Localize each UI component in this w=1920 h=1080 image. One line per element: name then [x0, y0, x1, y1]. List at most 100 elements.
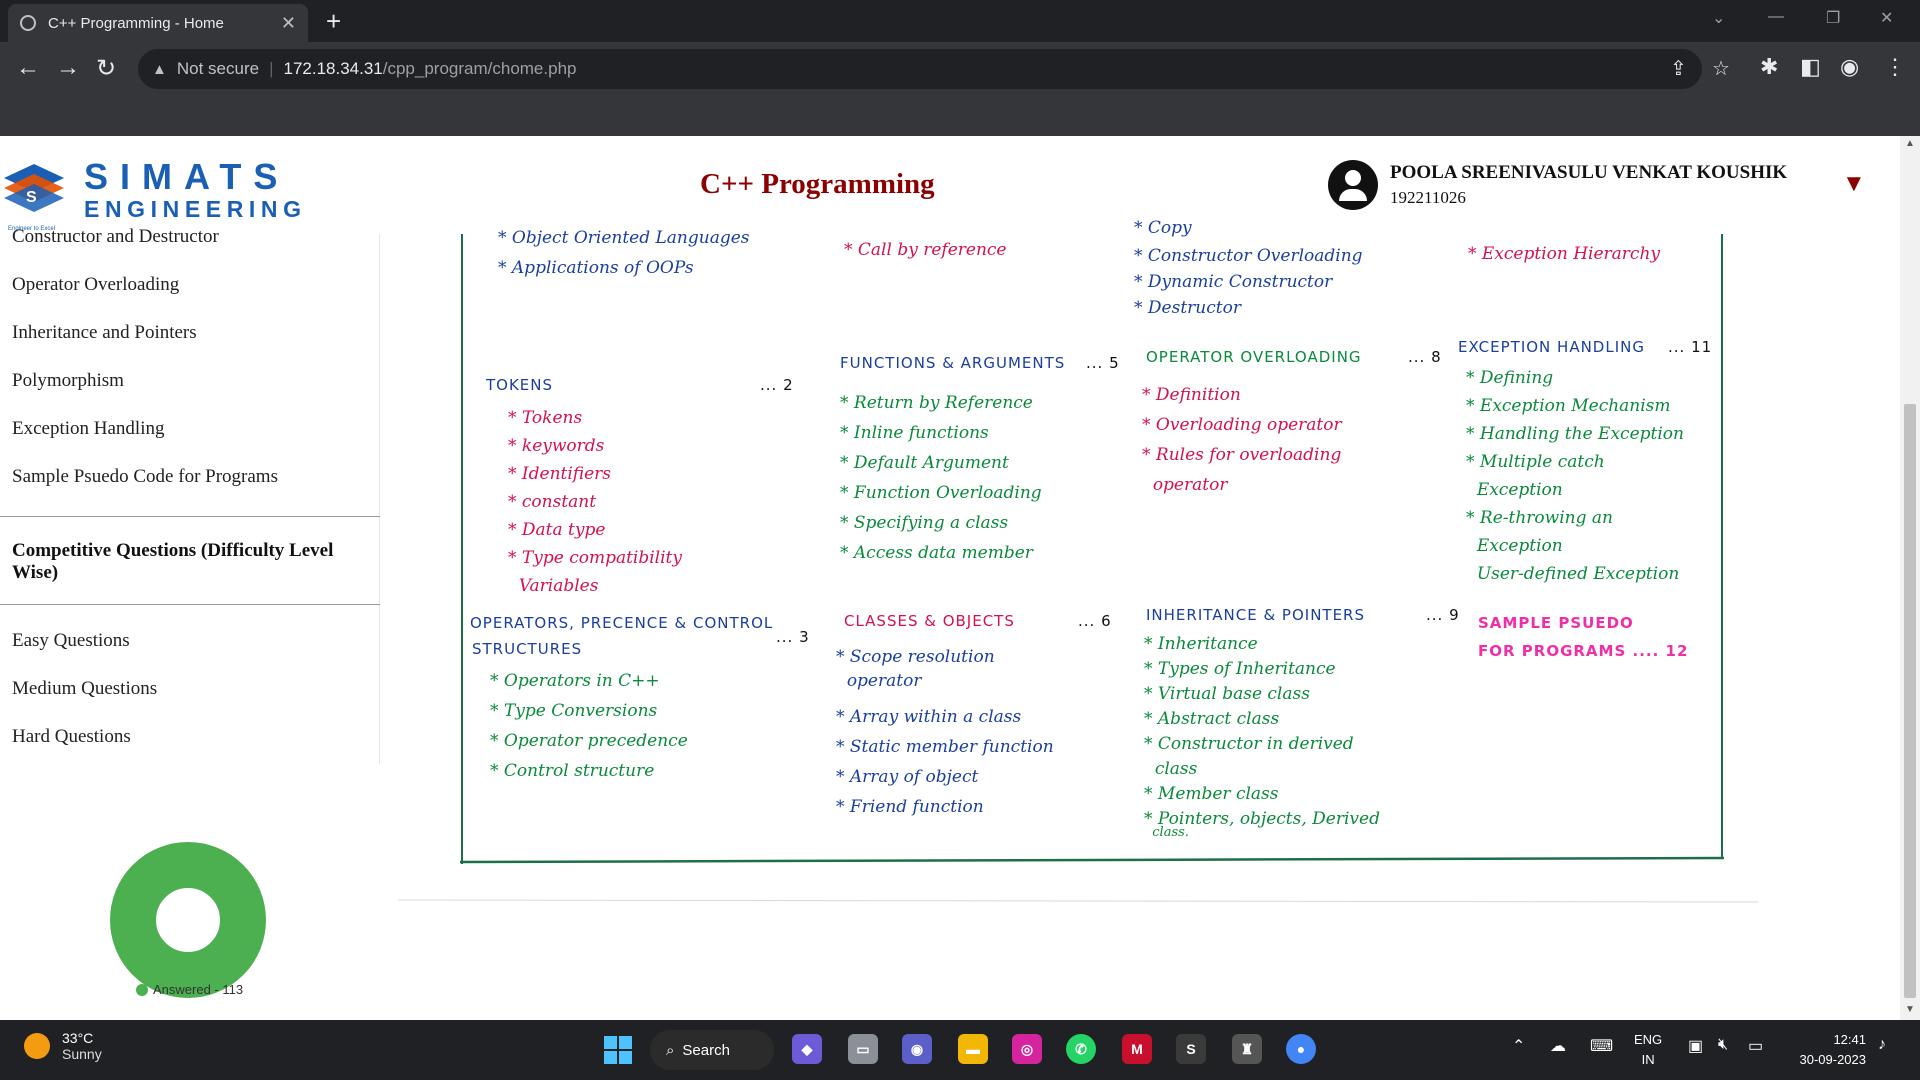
maximize-button[interactable]: ❐ [1826, 8, 1840, 28]
board-text: User-defined Exception [1476, 564, 1680, 584]
mcafee-icon[interactable]: M [1122, 1034, 1152, 1064]
file-explorer-icon[interactable]: ▬ [958, 1034, 988, 1064]
windows-start-icon[interactable] [604, 1036, 632, 1064]
chart-legend[interactable]: Answered - 113 [136, 982, 243, 997]
search-icon: ⌕ [666, 1041, 675, 1059]
exception-handling-list: * Defining * Exception Mechanism * Handl… [1466, 364, 1684, 588]
sidebar-item-exception-handling[interactable]: Exception Handling [12, 418, 165, 440]
sidebar-item-easy[interactable]: Easy Questions [12, 630, 130, 652]
user-name: POOLA SREENIVASULU VENKAT KOUSHIK [1390, 162, 1788, 183]
browser-menu-icon[interactable]: ⋮ [1884, 54, 1906, 80]
answered-slice[interactable] [110, 842, 266, 998]
functions-title: FUNCTIONS & ARGUMENTS [840, 354, 1066, 372]
legend-label: Answered - 113 [153, 982, 244, 997]
board-text: * Specifying a class [840, 513, 1009, 533]
board-text: * Inheritance [1144, 634, 1258, 654]
board-text: * Tokens [508, 408, 583, 428]
language-code: ENG [1634, 1032, 1663, 1047]
taskbar-search[interactable]: ⌕ Search [650, 1030, 774, 1070]
reload-icon[interactable]: ↻ [96, 54, 116, 83]
back-arrow-icon[interactable]: ← [16, 54, 40, 82]
close-window-button[interactable]: ✕ [1880, 8, 1893, 28]
board-text: * Constructor in derived [1144, 734, 1354, 754]
profile-avatar[interactable]: ◉ [1840, 54, 1859, 80]
onedrive-cloud-icon[interactable]: ☁ [1550, 1036, 1566, 1056]
weather-widget[interactable]: 33°C Sunny [24, 1030, 102, 1062]
sidebar-item-inheritance[interactable]: Inheritance and Pointers [12, 322, 197, 344]
board-text: * Array of object [836, 767, 979, 787]
minimize-button[interactable]: — [1768, 8, 1784, 26]
board-text: * Inline functions [840, 423, 989, 443]
user-dropdown-icon[interactable]: ▼ [1842, 170, 1866, 198]
globe-icon [20, 15, 36, 31]
forward-arrow-icon[interactable]: → [56, 54, 80, 82]
browser-tab-strip: C++ Programming - Home ✕ + ⌄ — ❐ ✕ [0, 0, 1920, 42]
tray-chevron-icon[interactable]: ⌃ [1512, 1036, 1525, 1056]
copilot-app-icon[interactable]: ◆ [792, 1034, 822, 1064]
board-text: * Default Argument [840, 453, 1009, 473]
sidebar-item-sample-code[interactable]: Sample Psuedo Code for Programs [12, 466, 278, 488]
side-panel-icon[interactable]: ◧ [1800, 54, 1821, 80]
operators-title: OPERATORS, PRECENCE & CONTROL [470, 614, 774, 632]
board-text: * Exception Mechanism [1466, 396, 1671, 416]
classes-title: CLASSES & OBJECTS [844, 612, 1015, 630]
url-field[interactable]: ▲ Not secure | 172.18.34.31/cpp_program/… [138, 49, 1702, 89]
notification-bell-icon[interactable]: ♪ [1878, 1036, 1886, 1054]
bookmark-star-icon[interactable]: ☆ [1712, 56, 1730, 81]
scrollbar-thumb[interactable] [1904, 404, 1916, 998]
bookmarks-bar [0, 96, 1920, 136]
logo-word-simats: SIMATS [84, 156, 290, 197]
board-text: Variables [518, 576, 599, 596]
task-view-icon[interactable]: ▭ [848, 1034, 878, 1064]
sidebar-item-polymorphism[interactable]: Polymorphism [12, 370, 124, 392]
user-id: 192211026 [1390, 188, 1466, 207]
operators-number: ... 3 [776, 628, 810, 646]
region-code: IN [1641, 1052, 1655, 1067]
emblem-app-icon[interactable]: ♜ [1232, 1034, 1262, 1064]
security-label[interactable]: Not secure [177, 59, 259, 79]
board-text: * Static member function [836, 737, 1054, 757]
board-text: * Access data member [840, 543, 1033, 563]
language-indicator[interactable]: ENG IN [1634, 1030, 1662, 1070]
new-tab-button[interactable]: + [326, 6, 341, 37]
whatsapp-icon[interactable]: ✆ [1066, 1034, 1096, 1064]
board-text: * Multiple catch [1466, 452, 1605, 472]
board-text: * Dynamic Constructor [1134, 272, 1333, 292]
page-scrollbar[interactable]: ▲ ▼ [1900, 136, 1920, 1020]
sidebar-item-operator-overloading[interactable]: Operator Overloading [12, 274, 179, 296]
tab-search-icon[interactable]: ⌄ [1712, 8, 1725, 28]
chrome-icon[interactable]: ● [1286, 1034, 1316, 1064]
sidebar-item-hard[interactable]: Hard Questions [12, 726, 131, 748]
system-clock[interactable]: 12:41 30-09-2023 [1782, 1030, 1867, 1070]
board-text: Exception [1476, 536, 1563, 556]
operators-list: * Operators in C++ * Type Conversions * … [490, 666, 688, 786]
extensions-icon[interactable]: ✱ [1760, 54, 1778, 80]
competitive-questions-header: Competitive Questions (Difficulty Level … [12, 540, 334, 583]
s-app-icon[interactable]: S [1176, 1034, 1206, 1064]
browser-tab[interactable]: C++ Programming - Home ✕ [8, 4, 308, 42]
board-text: * Data type [508, 520, 606, 540]
keyboard-icon[interactable]: ⌨ [1590, 1036, 1613, 1056]
simats-logo[interactable]: S SIMATS ENGINEERING Engineer to Excel [0, 154, 320, 232]
board-text: * Operators in C++ [490, 671, 660, 691]
tokens-list: * Tokens * keywords * Identifiers * cons… [508, 404, 682, 600]
scroll-down-icon[interactable]: ▼ [1905, 1004, 1915, 1015]
url-separator: | [269, 59, 274, 78]
sidebar-item-constructor[interactable]: Constructor and Destructor [12, 226, 219, 248]
share-icon[interactable]: ⇪ [1670, 56, 1687, 81]
instagram-icon[interactable]: ◎ [1012, 1034, 1042, 1064]
battery-icon[interactable]: ▭ [1748, 1036, 1763, 1056]
scroll-up-icon[interactable]: ▲ [1905, 138, 1915, 149]
user-avatar-icon[interactable] [1328, 160, 1378, 210]
network-icon[interactable]: ▣ [1688, 1036, 1703, 1056]
address-toolbar: ← → ↻ ▲ Not secure | 172.18.34.31/cpp_pr… [0, 42, 1920, 96]
teams-chat-icon[interactable]: ◉ [902, 1034, 932, 1064]
board-text: * Abstract class [1144, 709, 1280, 729]
board-text: * Re-throwing an [1466, 508, 1613, 528]
sidebar-item-medium[interactable]: Medium Questions [12, 678, 157, 700]
answered-progress-chart [110, 842, 266, 998]
logo-mark-icon: S [4, 164, 64, 212]
close-tab-icon[interactable]: ✕ [281, 13, 296, 34]
board-text: Exception [1476, 480, 1563, 500]
volume-muted-icon[interactable]: 🔇︎ [1718, 1036, 1728, 1054]
